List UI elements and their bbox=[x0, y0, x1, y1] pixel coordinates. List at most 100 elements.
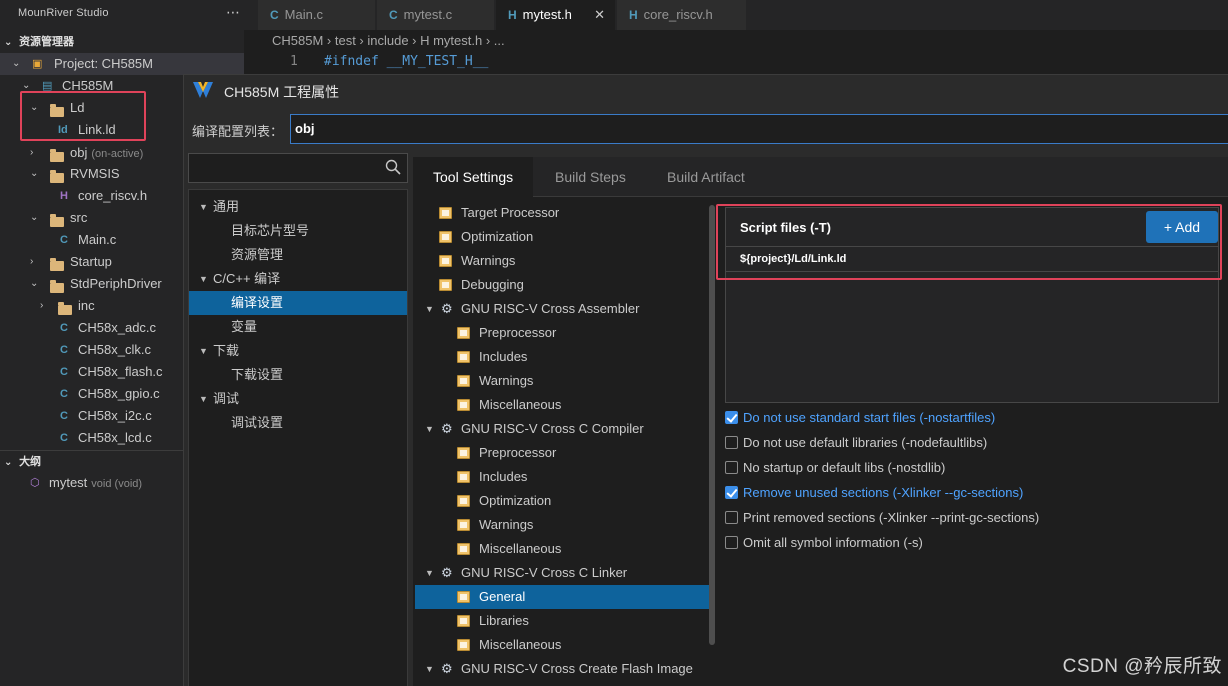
tool-item[interactable]: Warnings bbox=[415, 513, 709, 537]
tool-item[interactable]: Preprocessor bbox=[415, 441, 709, 465]
expand-triangle-icon: ▼ bbox=[425, 568, 434, 578]
nav-item-download-settings[interactable]: 下载设置 bbox=[189, 363, 407, 387]
tool-item[interactable]: Warnings bbox=[415, 369, 709, 393]
tool-group-label: GNU RISC-V Cross Assembler bbox=[461, 301, 640, 316]
tool-item[interactable]: Miscellaneous bbox=[415, 537, 709, 561]
tool-tree-scrollbar[interactable] bbox=[709, 205, 715, 645]
c-file-icon: C bbox=[60, 234, 68, 246]
tool-group[interactable]: ▼ ⚙ GNU RISC-V Cross Assembler bbox=[415, 297, 709, 321]
nav-item-variables[interactable]: 变量 bbox=[189, 315, 407, 339]
tab-build-artifact[interactable]: Build Artifact bbox=[647, 157, 765, 197]
nav-item-label: 调试 bbox=[213, 391, 240, 406]
editor-tab-main-c[interactable]: C Main.c bbox=[258, 0, 376, 30]
tool-item[interactable]: Includes bbox=[415, 345, 709, 369]
tool-group[interactable]: ▼ ⚙ GNU RISC-V Cross Create Flash Image bbox=[415, 657, 709, 681]
search-icon bbox=[385, 159, 401, 175]
config-list-label: 编译配置列表： bbox=[192, 124, 284, 139]
gear-icon: ⚙ bbox=[441, 565, 453, 580]
tool-item[interactable]: Preprocessor bbox=[415, 321, 709, 345]
tool-item-label: Optimization bbox=[461, 229, 534, 244]
expand-triangle-icon: ▼ bbox=[199, 346, 208, 356]
tree-item-label: CH585M bbox=[62, 78, 114, 93]
explorer-section-header[interactable]: ⌄ 资源管理器 bbox=[0, 31, 74, 53]
expand-triangle-icon: ▼ bbox=[425, 424, 434, 434]
checkbox[interactable] bbox=[725, 486, 738, 499]
checkbox[interactable] bbox=[725, 436, 738, 449]
settings-page-icon bbox=[457, 351, 470, 363]
nav-item-download[interactable]: ▼ 下载 bbox=[189, 339, 407, 363]
outline-section-header[interactable]: ⌄ 大纲 bbox=[0, 451, 41, 473]
nav-item-label: 目标芯片型号 bbox=[231, 223, 310, 238]
settings-page-icon bbox=[439, 207, 452, 219]
tree-item-label: CH58x_lcd.c bbox=[78, 430, 152, 445]
tool-item[interactable]: Debugging bbox=[415, 273, 709, 297]
nav-item-debug-settings[interactable]: 调试设置 bbox=[189, 411, 407, 435]
nav-item-label: 下载设置 bbox=[231, 367, 284, 382]
tool-item[interactable]: Warnings bbox=[415, 249, 709, 273]
checkbox[interactable] bbox=[725, 536, 738, 549]
tab-build-steps[interactable]: Build Steps bbox=[535, 157, 646, 197]
tree-item-project[interactable]: ⌄ ▣ Project: CH585M bbox=[0, 53, 244, 75]
chevron-right-icon: › bbox=[30, 256, 34, 267]
more-actions-icon[interactable]: ⋯ bbox=[226, 4, 240, 21]
settings-page-icon bbox=[457, 375, 470, 387]
editor-tab-mytest-c[interactable]: Cmytest.c bbox=[377, 0, 495, 30]
tool-settings-tree: Target Processor Optimization Warnings D… bbox=[413, 197, 713, 686]
tab-label: mytest.c bbox=[403, 7, 453, 22]
settings-page-icon bbox=[457, 471, 470, 483]
watermark: CSDN @矜辰所致 bbox=[1062, 656, 1222, 677]
nav-item-cpp-build[interactable]: ▼ C/C++ 编译 bbox=[189, 267, 407, 291]
tool-item[interactable]: Optimization bbox=[415, 225, 709, 249]
tool-item[interactable]: Target Processor bbox=[415, 201, 709, 225]
chevron-down-icon: ⌄ bbox=[30, 212, 39, 223]
tree-item-label: CH58x_i2c.c bbox=[78, 408, 152, 423]
nav-item-general[interactable]: ▼ 通用 bbox=[189, 195, 407, 219]
chevron-down-icon: ⌄ bbox=[30, 168, 39, 179]
tool-item-label: Includes bbox=[479, 349, 528, 364]
tool-item[interactable]: Miscellaneous bbox=[415, 393, 709, 417]
nav-item-build-settings[interactable]: 编译设置 bbox=[189, 291, 407, 315]
add-script-button[interactable]: + Add bbox=[1146, 211, 1218, 243]
build-config-select[interactable]: obj bbox=[290, 114, 1228, 144]
settings-page-icon bbox=[457, 591, 470, 603]
nav-item-target-chip[interactable]: 目标芯片型号 bbox=[189, 219, 407, 243]
nav-item-debug[interactable]: ▼ 调试 bbox=[189, 387, 407, 411]
gear-icon: ⚙ bbox=[441, 421, 453, 436]
tool-item-linker-general[interactable]: General bbox=[415, 585, 709, 609]
settings-page-icon bbox=[457, 447, 470, 459]
editor-tab-core-riscv-h[interactable]: Hcore_riscv.h bbox=[617, 0, 747, 30]
chip-icon: ▤ bbox=[42, 80, 53, 92]
code-editor[interactable]: 1 #ifndef __MY_TEST_H__ bbox=[244, 52, 1228, 72]
editor-tab-mytest-h[interactable]: Hmytest.h ✕ bbox=[496, 0, 616, 30]
tool-group[interactable]: ▼ ⚙ GNU RISC-V Cross C Linker bbox=[415, 561, 709, 585]
tree-item-label: Link.ld bbox=[78, 122, 116, 137]
nav-item-label: 资源管理 bbox=[231, 247, 284, 262]
tool-item[interactable]: Libraries bbox=[415, 609, 709, 633]
script-file-entry[interactable]: ${project}/Ld/Link.ld bbox=[726, 246, 1218, 272]
gear-icon: ⚙ bbox=[441, 301, 453, 316]
tree-item-label: Startup bbox=[70, 254, 112, 269]
chevron-right-icon: › bbox=[40, 300, 44, 311]
chevron-down-icon: ⌄ bbox=[4, 37, 13, 48]
checkbox[interactable] bbox=[725, 511, 738, 524]
tree-item-label: core_riscv.h bbox=[78, 188, 148, 203]
tab-tool-settings[interactable]: Tool Settings bbox=[413, 157, 534, 197]
tree-item-label: CH58x_clk.c bbox=[78, 342, 151, 357]
tab-label: mytest.h bbox=[522, 7, 572, 22]
line-number: 1 bbox=[290, 54, 298, 69]
close-icon[interactable]: ✕ bbox=[594, 0, 605, 30]
tool-item[interactable]: Miscellaneous bbox=[415, 633, 709, 657]
filter-input[interactable] bbox=[188, 153, 408, 183]
breadcrumb[interactable]: CH585M › test › include › H mytest.h › .… bbox=[272, 33, 505, 48]
nav-item-resources[interactable]: 资源管理 bbox=[189, 243, 407, 267]
tree-item-label: CH58x_gpio.c bbox=[78, 386, 160, 401]
c-file-icon: C bbox=[60, 410, 68, 422]
tree-item-label: CH58x_adc.c bbox=[78, 320, 157, 335]
tool-item[interactable]: Optimization bbox=[415, 489, 709, 513]
tool-group[interactable]: ▼ ⚙ GNU RISC-V Cross C Compiler bbox=[415, 417, 709, 441]
checkbox[interactable] bbox=[725, 411, 738, 424]
tree-item-label: inc bbox=[78, 298, 95, 313]
checkbox[interactable] bbox=[725, 461, 738, 474]
settings-page-icon bbox=[439, 255, 452, 267]
tool-item[interactable]: Includes bbox=[415, 465, 709, 489]
